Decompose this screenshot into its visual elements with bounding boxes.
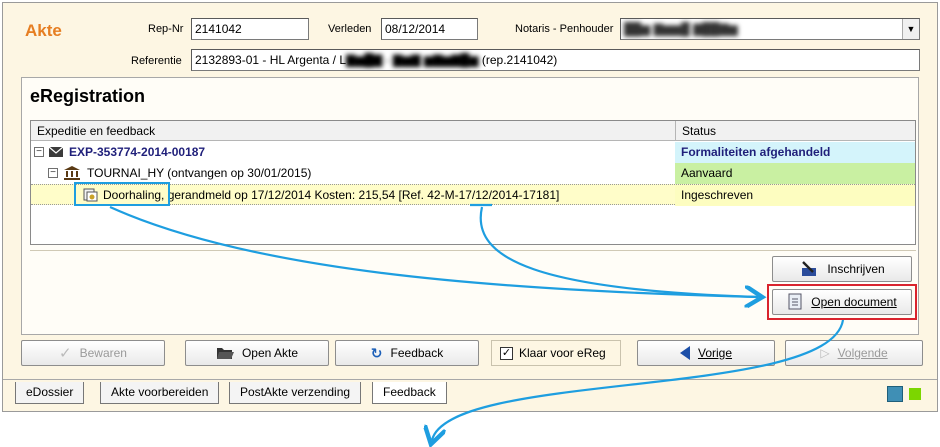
envelope-icon bbox=[48, 146, 64, 157]
page-title: Akte bbox=[25, 21, 62, 40]
tab-feedback[interactable]: Feedback bbox=[372, 382, 447, 404]
notaris-select[interactable]: ██▆ ▇▆▆█ ▇██▇▆ ▼ bbox=[620, 18, 920, 40]
tree-row-expeditie[interactable]: − EXP-353774-2014-00187 Formaliteiten af… bbox=[31, 142, 915, 163]
verleden-label: Verleden bbox=[328, 23, 372, 35]
akte-window: Akte Rep-Nr 2141042 Verleden 08/12/2014 … bbox=[2, 2, 938, 412]
inschrijven-label: Inschrijven bbox=[827, 262, 885, 276]
referentie-suffix: (rep.2141042) bbox=[481, 53, 558, 67]
eregistration-panel: eRegistration Expeditie en feedback Stat… bbox=[21, 77, 919, 335]
tree-row-label: Doorhaling, gerandmeld op 17/12/2014 Kos… bbox=[103, 188, 559, 202]
tab-akte-voorbereiden[interactable]: Akte voorbereiden bbox=[100, 382, 220, 404]
checkmark-icon: ✓ bbox=[59, 345, 72, 362]
klaar-label: Klaar voor eReg bbox=[519, 346, 606, 360]
rep-nr-label: Rep-Nr bbox=[148, 23, 184, 35]
feedback-button[interactable]: ↻ Feedback bbox=[335, 340, 479, 366]
bewaren-label: Bewaren bbox=[79, 346, 127, 360]
highlight-box bbox=[767, 284, 917, 320]
rep-nr-field[interactable]: 2141042 bbox=[191, 18, 309, 40]
panel-title: eRegistration bbox=[30, 86, 146, 106]
status-cell: Ingeschreven bbox=[675, 185, 915, 206]
open-akte-button[interactable]: Open Akte bbox=[185, 340, 329, 366]
bank-building-icon bbox=[64, 166, 80, 180]
volgende-label: Volgende bbox=[837, 346, 888, 360]
arrow-left-icon bbox=[679, 346, 690, 360]
inschrijven-button[interactable]: Inschrijven bbox=[772, 256, 912, 282]
column-header-expeditie[interactable]: Expeditie en feedback bbox=[37, 124, 155, 138]
tree-row-label: TOURNAI_HY (ontvangen op 30/01/2015) bbox=[87, 166, 312, 180]
checkbox-checked-icon[interactable]: ✓ bbox=[500, 346, 513, 360]
tree-row-label: EXP-353774-2014-00187 bbox=[69, 145, 206, 159]
chevron-down-icon[interactable]: ▼ bbox=[902, 19, 919, 39]
arrow-right-icon: ▷ bbox=[820, 346, 830, 360]
klaar-voor-ereg-checkbox[interactable]: ✓ Klaar voor eReg bbox=[491, 340, 621, 366]
referentie-redacted: ▇▆█▇ - ▇▆▇ ▆▇▆▇█▆ bbox=[346, 53, 479, 67]
status-cell: Formaliteiten afgehandeld bbox=[675, 142, 915, 163]
status-indicator-icon bbox=[909, 388, 921, 400]
collapse-toggle-icon[interactable]: − bbox=[34, 147, 44, 157]
tab-postakte-verzending[interactable]: PostAkte verzending bbox=[229, 382, 362, 404]
column-header-status[interactable]: Status bbox=[675, 121, 917, 141]
vorige-label: Vorige bbox=[697, 346, 733, 360]
notaris-value-redacted: ██▆ ▇▆▆█ ▇██▇▆ bbox=[624, 22, 738, 36]
tree-row-tournai[interactable]: − TOURNAI_HY (ontvangen op 30/01/2015) A… bbox=[31, 163, 915, 184]
grid-view-icon[interactable] bbox=[887, 386, 903, 402]
referentie-field[interactable]: 2132893-01 - HL Argenta / L▇▆█▇ - ▇▆▇ ▆▇… bbox=[191, 49, 920, 71]
referentie-prefix: 2132893-01 - HL Argenta / L bbox=[195, 53, 346, 67]
open-folder-icon bbox=[216, 348, 234, 359]
open-akte-label: Open Akte bbox=[241, 346, 299, 360]
feedback-label: Feedback bbox=[390, 346, 444, 360]
collapse-toggle-icon[interactable]: − bbox=[48, 168, 58, 178]
status-cell: Aanvaard bbox=[675, 163, 915, 184]
annotation-box bbox=[74, 182, 170, 206]
referentie-label: Referentie bbox=[131, 55, 182, 67]
refresh-icon: ↻ bbox=[370, 344, 383, 361]
verleden-date-field[interactable]: 08/12/2014 bbox=[381, 18, 478, 40]
divider bbox=[3, 379, 937, 380]
volgende-button[interactable]: ▷ Volgende bbox=[785, 340, 923, 366]
grid-header: Expeditie en feedback Status bbox=[31, 121, 915, 141]
vorige-button[interactable]: Vorige bbox=[637, 340, 775, 366]
tab-edossier[interactable]: eDossier bbox=[15, 382, 85, 404]
doorhaling-details: gerandmeld op 17/12/2014 Kosten: 215,54 … bbox=[164, 188, 560, 202]
bewaren-button[interactable]: ✓ Bewaren bbox=[21, 340, 165, 366]
notaris-label: Notaris - Penhouder bbox=[515, 23, 614, 35]
register-pen-icon bbox=[802, 261, 817, 276]
